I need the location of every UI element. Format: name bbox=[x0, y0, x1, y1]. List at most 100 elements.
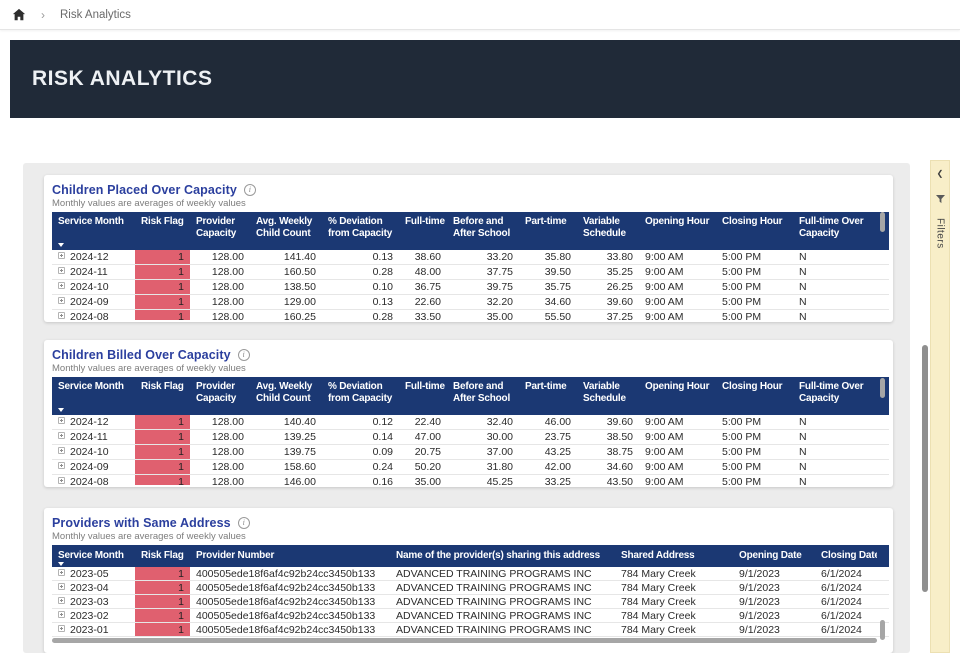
cell: 1 bbox=[135, 475, 190, 485]
cell: 128.00 bbox=[190, 430, 250, 444]
expand-icon[interactable] bbox=[58, 417, 65, 424]
expand-icon[interactable] bbox=[58, 267, 65, 274]
column-label: Shared Address bbox=[621, 550, 695, 561]
column-header-deviation-from-capacity[interactable]: % Deviation from Capacity bbox=[322, 212, 399, 250]
expand-icon[interactable] bbox=[58, 252, 65, 259]
cell: 9:00 AM bbox=[639, 460, 716, 474]
table-row[interactable]: 2024-111128.00160.500.2848.0037.7539.503… bbox=[52, 265, 889, 280]
table-horizontal-scrollbar[interactable] bbox=[52, 638, 877, 643]
home-icon[interactable] bbox=[12, 8, 26, 22]
table-row[interactable]: 2024-091128.00158.600.2450.2031.8042.003… bbox=[52, 460, 889, 475]
table-row[interactable]: 2023-041400505ede18f6af4c92b24cc3450b133… bbox=[52, 581, 889, 595]
table-row[interactable]: 2024-101128.00138.500.1036.7539.7535.752… bbox=[52, 280, 889, 295]
cell: 128.00 bbox=[190, 415, 250, 429]
column-header-part-time[interactable]: Part-time bbox=[519, 377, 577, 415]
info-icon[interactable]: i bbox=[238, 349, 250, 361]
cell: 1 bbox=[135, 430, 190, 444]
table-vertical-scrollbar[interactable] bbox=[880, 620, 885, 640]
cell: 6/1/2024 bbox=[815, 595, 877, 608]
table-vertical-scrollbar[interactable] bbox=[880, 212, 885, 232]
column-header-full-time[interactable]: Full-time bbox=[399, 212, 447, 250]
column-header-variable-schedule[interactable]: Variable Schedule bbox=[577, 212, 639, 250]
table-row[interactable]: 2024-121128.00140.400.1222.4032.4046.003… bbox=[52, 415, 889, 430]
expand-icon[interactable] bbox=[58, 432, 65, 439]
visual-title: Children Placed Over Capacity bbox=[52, 183, 237, 197]
table-row[interactable]: 2023-011400505ede18f6af4c92b24cc3450b133… bbox=[52, 623, 889, 637]
column-header-provider-capacity[interactable]: Provider Capacity bbox=[190, 212, 250, 250]
column-header-before-and-after-school[interactable]: Before and After School bbox=[447, 377, 519, 415]
cell: 39.60 bbox=[577, 295, 639, 309]
data-table: Service MonthRisk FlagProvider CapacityA… bbox=[52, 377, 889, 485]
expand-icon[interactable] bbox=[58, 282, 65, 289]
column-header-full-time-over-capacity[interactable]: Full-time Over Capacity bbox=[793, 377, 876, 415]
expand-icon[interactable] bbox=[58, 625, 65, 632]
table-row[interactable]: 2024-081128.00160.250.2833.5035.0055.503… bbox=[52, 310, 889, 320]
column-header-name-of-the-provider-s-sharing-this-address[interactable]: Name of the provider(s) sharing this add… bbox=[390, 545, 615, 567]
page-title: RISK ANALYTICS bbox=[32, 67, 212, 91]
filters-pane-collapsed[interactable]: ❮ Filters bbox=[930, 160, 950, 653]
expand-icon[interactable] bbox=[58, 583, 65, 590]
table-row[interactable]: 2024-121128.00141.400.1338.6033.2035.803… bbox=[52, 250, 889, 265]
expand-icon[interactable] bbox=[58, 462, 65, 469]
column-header-avg-weekly-child-count[interactable]: Avg. Weekly Child Count bbox=[250, 212, 322, 250]
column-header-provider-capacity[interactable]: Provider Capacity bbox=[190, 377, 250, 415]
table-row[interactable]: 2024-091128.00129.000.1322.6032.2034.603… bbox=[52, 295, 889, 310]
column-header-closing-hour[interactable]: Closing Hour bbox=[716, 212, 793, 250]
expand-icon[interactable] bbox=[58, 297, 65, 304]
cell: 141.40 bbox=[250, 250, 322, 264]
column-header-service-month[interactable]: Service Month bbox=[52, 377, 135, 415]
column-header-provider-number[interactable]: Provider Number bbox=[190, 545, 390, 567]
column-header-deviation-from-capacity[interactable]: % Deviation from Capacity bbox=[322, 377, 399, 415]
cell: 0.13 bbox=[322, 295, 399, 309]
table-row[interactable]: 2024-101128.00139.750.0920.7537.0043.253… bbox=[52, 445, 889, 460]
column-header-full-time[interactable]: Full-time bbox=[399, 377, 447, 415]
table-row[interactable]: 2023-051400505ede18f6af4c92b24cc3450b133… bbox=[52, 567, 889, 581]
cell: 9/1/2023 bbox=[733, 567, 815, 580]
table-vertical-scrollbar[interactable] bbox=[880, 378, 885, 398]
table-row[interactable]: 2024-081128.00146.000.1635.0045.2533.254… bbox=[52, 475, 889, 485]
column-header-risk-flag[interactable]: Risk Flag bbox=[135, 212, 190, 250]
cell: 138.50 bbox=[250, 280, 322, 294]
expand-icon[interactable] bbox=[58, 611, 65, 618]
info-icon[interactable]: i bbox=[238, 517, 250, 529]
column-header-service-month[interactable]: Service Month bbox=[52, 545, 135, 567]
column-header-opening-date[interactable]: Opening Date bbox=[733, 545, 815, 567]
expand-filters-icon[interactable]: ❮ bbox=[937, 170, 944, 178]
cell: 158.60 bbox=[250, 460, 322, 474]
column-header-variable-schedule[interactable]: Variable Schedule bbox=[577, 377, 639, 415]
column-header-before-and-after-school[interactable]: Before and After School bbox=[447, 212, 519, 250]
column-header-opening-hour[interactable]: Opening Hour bbox=[639, 212, 716, 250]
cell: 1 bbox=[135, 250, 190, 264]
page-scrollbar[interactable] bbox=[922, 345, 928, 592]
visual-title: Providers with Same Address bbox=[52, 516, 231, 530]
column-header-avg-weekly-child-count[interactable]: Avg. Weekly Child Count bbox=[250, 377, 322, 415]
cell: 9/1/2023 bbox=[733, 581, 815, 594]
column-header-opening-hour[interactable]: Opening Hour bbox=[639, 377, 716, 415]
column-header-service-month[interactable]: Service Month bbox=[52, 212, 135, 250]
column-header-risk-flag[interactable]: Risk Flag bbox=[135, 377, 190, 415]
expand-icon[interactable] bbox=[58, 597, 65, 604]
column-header-closing-hour[interactable]: Closing Hour bbox=[716, 377, 793, 415]
cell: 160.25 bbox=[250, 310, 322, 320]
visual-title: Children Billed Over Capacity bbox=[52, 348, 231, 362]
column-header-full-time-over-capacity[interactable]: Full-time Over Capacity bbox=[793, 212, 876, 250]
table-body: 2023-051400505ede18f6af4c92b24cc3450b133… bbox=[52, 567, 889, 637]
cell: ADVANCED TRAINING PROGRAMS INC bbox=[390, 595, 615, 608]
column-header-risk-flag[interactable]: Risk Flag bbox=[135, 545, 190, 567]
cell: 9:00 AM bbox=[639, 295, 716, 309]
table-row[interactable]: 2023-031400505ede18f6af4c92b24cc3450b133… bbox=[52, 595, 889, 609]
expand-icon[interactable] bbox=[58, 569, 65, 576]
info-icon[interactable]: i bbox=[244, 184, 256, 196]
column-header-part-time[interactable]: Part-time bbox=[519, 212, 577, 250]
cell: 2024-08 bbox=[52, 310, 135, 320]
expand-icon[interactable] bbox=[58, 312, 65, 319]
cell: 2024-10 bbox=[52, 280, 135, 294]
column-header-closing-date[interactable]: Closing Date bbox=[815, 545, 877, 567]
expand-icon[interactable] bbox=[58, 477, 65, 484]
expand-icon[interactable] bbox=[58, 447, 65, 454]
filter-funnel-icon[interactable] bbox=[936, 191, 945, 209]
cell: 9/1/2023 bbox=[733, 609, 815, 622]
table-row[interactable]: 2023-021400505ede18f6af4c92b24cc3450b133… bbox=[52, 609, 889, 623]
column-header-shared-address[interactable]: Shared Address bbox=[615, 545, 733, 567]
table-row[interactable]: 2024-111128.00139.250.1447.0030.0023.753… bbox=[52, 430, 889, 445]
